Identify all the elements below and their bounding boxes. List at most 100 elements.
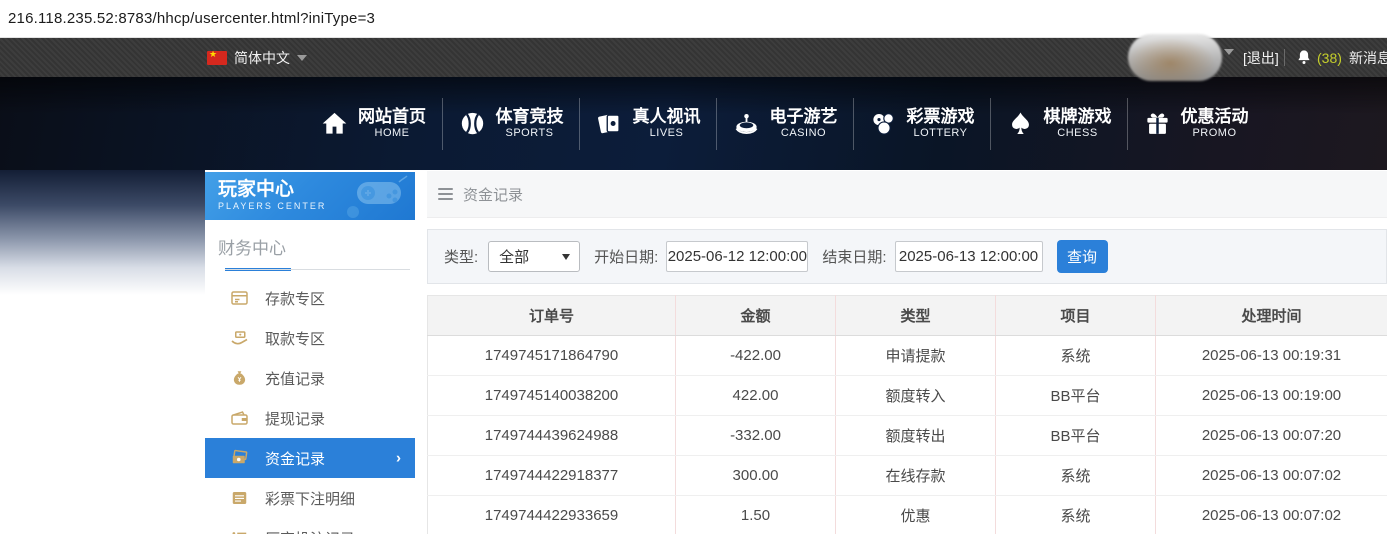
gift-icon bbox=[1146, 113, 1168, 134]
chevron-down-icon bbox=[297, 54, 307, 61]
sports-ball-icon bbox=[461, 112, 483, 135]
sidebar-item-label: 充值记录 bbox=[265, 370, 326, 388]
col-header-project: 项目 bbox=[995, 295, 1156, 336]
username-blurred[interactable] bbox=[1128, 34, 1222, 81]
cell-process-time: 2025-06-13 00:07:02 bbox=[1155, 495, 1387, 534]
end-date-input[interactable] bbox=[894, 241, 1043, 272]
sidebar-item-funds-records[interactable]: 资金记录 › bbox=[205, 438, 415, 478]
nav-item-lottery[interactable]: 彩票游戏 LOTTERY bbox=[853, 97, 990, 150]
cell-order-no: 1749745140038200 bbox=[427, 375, 676, 416]
language-label: 简体中文 bbox=[234, 49, 290, 66]
end-date-label: 结束日期: bbox=[822, 249, 887, 266]
cell-type: 额度转入 bbox=[835, 375, 996, 416]
roulette-icon bbox=[735, 113, 757, 134]
nav-label-en: HOME bbox=[374, 127, 410, 140]
cell-order-no: 1749745171864790 bbox=[427, 335, 676, 376]
cell-order-no: 1749744439624988 bbox=[427, 415, 676, 456]
cell-project: 系统 bbox=[995, 495, 1156, 534]
wallet-icon bbox=[231, 411, 248, 425]
breadcrumb-label: 资金记录 bbox=[463, 186, 524, 204]
chevron-down-icon bbox=[562, 254, 571, 260]
main-content: 资金记录 类型: 全部 开始日期: 结束日期: 查询 订单号 金额 类型 项目 bbox=[427, 171, 1387, 534]
background-fade bbox=[0, 170, 205, 295]
filter-bar: 类型: 全部 开始日期: 结束日期: 查询 bbox=[427, 229, 1387, 284]
nav-item-home[interactable]: 网站首页 HOME bbox=[305, 98, 442, 150]
cell-process-time: 2025-06-13 00:07:20 bbox=[1155, 415, 1387, 456]
hand-money-icon bbox=[231, 331, 248, 345]
nav-label-en: SPORTS bbox=[505, 127, 554, 140]
nav-label-zh: 电子游艺 bbox=[769, 107, 838, 126]
nav-label-zh: 网站首页 bbox=[358, 107, 426, 126]
table-row: 1749744422933659 1.50 优惠 系统 2025-06-13 0… bbox=[427, 495, 1387, 534]
table-row: 1749744422918377 300.00 在线存款 系统 2025-06-… bbox=[427, 455, 1387, 496]
start-date-label: 开始日期: bbox=[594, 249, 659, 266]
nav-item-sports[interactable]: 体育竞技 SPORTS bbox=[442, 97, 579, 150]
cell-amount: 422.00 bbox=[675, 375, 836, 416]
browser-url-bar[interactable]: 216.118.235.52:8783/hhcp/usercenter.html… bbox=[0, 0, 1387, 38]
sidebar-item-deposit-zone[interactable]: 存款专区 bbox=[205, 278, 415, 318]
list-icon bbox=[232, 532, 247, 534]
cell-type: 在线存款 bbox=[835, 455, 996, 496]
playing-cards-icon bbox=[597, 114, 620, 134]
type-label: 类型: bbox=[444, 249, 479, 266]
sidebar-item-label: 存款专区 bbox=[265, 290, 326, 308]
sidebar: 玩家中心 PLAYERS CENTER 财务中心 存款专区 取款专区 充值记录 bbox=[205, 172, 415, 534]
account-bar: 简体中文 [退出] (38) 新消息 bbox=[0, 34, 1387, 81]
sidebar-item-hall-bet-records[interactable]: 厅室投注记录 bbox=[205, 518, 415, 534]
cell-type: 优惠 bbox=[835, 495, 996, 534]
cell-type: 申请提款 bbox=[835, 335, 996, 376]
sidebar-item-lottery-bet-details[interactable]: 彩票下注明细 bbox=[205, 478, 415, 518]
sidebar-item-recharge-records[interactable]: 充值记录 bbox=[205, 358, 415, 398]
nav-item-chess[interactable]: 棋牌游戏 CHESS bbox=[990, 97, 1127, 150]
user-menu-chevron-down-icon[interactable] bbox=[1224, 49, 1234, 73]
new-messages-link[interactable]: 新消息 bbox=[1349, 38, 1387, 77]
cell-order-no: 1749744422918377 bbox=[427, 455, 676, 496]
cell-project: 系统 bbox=[995, 455, 1156, 496]
sidebar-menu: 存款专区 取款专区 充值记录 提现记录 资金记录 › 彩票下注明细 bbox=[205, 278, 415, 534]
sidebar-item-withdrawal-records[interactable]: 提现记录 bbox=[205, 398, 415, 438]
sidebar-item-label: 厅室投注记录 bbox=[265, 528, 355, 534]
type-select[interactable]: 全部 bbox=[488, 241, 581, 272]
home-icon bbox=[322, 112, 347, 134]
table-row: 1749745140038200 422.00 额度转入 BB平台 2025-0… bbox=[427, 375, 1387, 416]
chevron-right-icon: › bbox=[396, 449, 401, 467]
type-select-value: 全部 bbox=[499, 249, 530, 266]
nav-label-en: LIVES bbox=[649, 127, 684, 140]
cell-amount: -422.00 bbox=[675, 335, 836, 376]
cell-process-time: 2025-06-13 00:19:00 bbox=[1155, 375, 1387, 416]
nav-item-promo[interactable]: 优惠活动 PROMO bbox=[1127, 97, 1264, 150]
cell-order-no: 1749744422933659 bbox=[427, 495, 676, 534]
breadcrumb: 资金记录 bbox=[427, 171, 1387, 218]
nav-label-zh: 优惠活动 bbox=[1180, 107, 1249, 126]
cell-amount: -332.00 bbox=[675, 415, 836, 456]
main-nav: 网站首页 HOME 体育竞技 SPORTS 真人视讯 LIVES 电子游艺 CASINO… bbox=[0, 77, 1387, 170]
notification-bell-icon[interactable] bbox=[1295, 48, 1313, 67]
section-label: 财务中心 bbox=[218, 239, 286, 258]
cell-amount: 1.50 bbox=[675, 495, 836, 534]
lottery-balls-icon bbox=[872, 113, 894, 135]
start-date-input[interactable] bbox=[666, 241, 809, 272]
cell-process-time: 2025-06-13 00:07:02 bbox=[1155, 455, 1387, 496]
spade-icon bbox=[1011, 112, 1029, 134]
nav-label-zh: 棋牌游戏 bbox=[1043, 107, 1112, 126]
sidebar-section: 财务中心 bbox=[205, 220, 415, 271]
section-underline bbox=[225, 269, 410, 270]
nav-label-zh: 彩票游戏 bbox=[906, 107, 975, 126]
divider bbox=[1284, 49, 1285, 66]
cell-project: 系统 bbox=[995, 335, 1156, 376]
page-url: 216.118.235.52:8783/hhcp/usercenter.html… bbox=[8, 10, 376, 27]
query-button[interactable]: 查询 bbox=[1056, 240, 1108, 273]
language-selector[interactable]: 简体中文 bbox=[207, 38, 307, 77]
sidebar-item-label: 彩票下注明细 bbox=[265, 490, 356, 508]
cell-project: BB平台 bbox=[995, 375, 1156, 416]
gamepad-icon bbox=[347, 175, 408, 218]
sidebar-item-withdraw-zone[interactable]: 取款专区 bbox=[205, 318, 415, 358]
table-row: 1749744439624988 -332.00 额度转出 BB平台 2025-… bbox=[427, 415, 1387, 456]
table-row: 1749745171864790 -422.00 申请提款 系统 2025-06… bbox=[427, 335, 1387, 376]
message-count[interactable]: (38) bbox=[1317, 38, 1342, 77]
logout-button[interactable]: [退出] bbox=[1243, 38, 1279, 77]
nav-item-casino[interactable]: 电子游艺 CASINO bbox=[716, 97, 853, 150]
sidebar-header: 玩家中心 PLAYERS CENTER bbox=[205, 172, 415, 220]
money-bag-icon bbox=[233, 371, 246, 385]
nav-item-lives[interactable]: 真人视讯 LIVES bbox=[579, 97, 716, 150]
